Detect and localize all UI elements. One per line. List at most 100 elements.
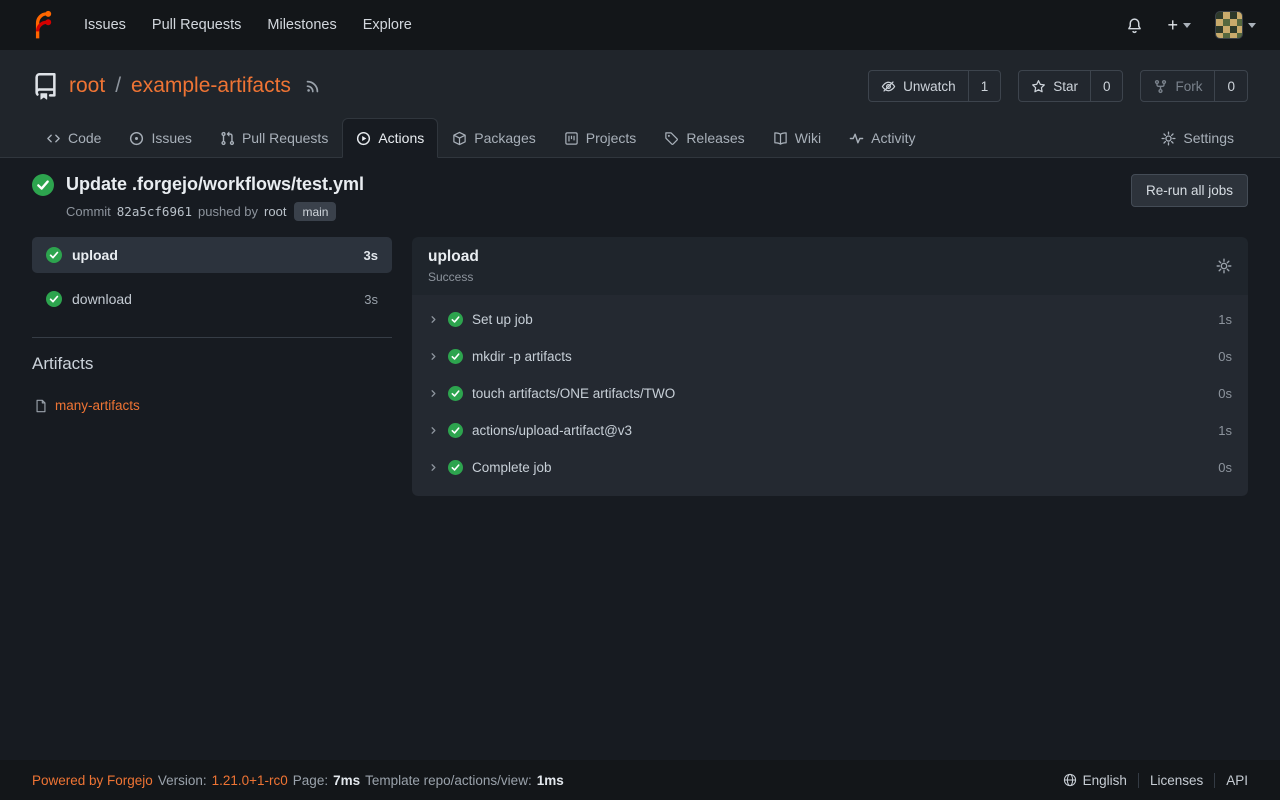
package-icon (452, 131, 467, 146)
user-menu-button[interactable] (1207, 5, 1264, 45)
tab-label: Projects (586, 130, 637, 146)
version-link[interactable]: 1.21.0+1-rc0 (212, 773, 288, 788)
top-navbar: Issues Pull Requests Milestones Explore … (0, 0, 1280, 50)
template-time-value: 1ms (537, 773, 564, 788)
powered-by-link[interactable]: Powered by Forgejo (32, 773, 153, 788)
job-duration: 3s (364, 292, 378, 307)
play-circle-icon (356, 131, 371, 146)
tab-label: Issues (151, 130, 191, 146)
step-row[interactable]: mkdir -p artifacts 0s (412, 338, 1248, 375)
job-detail-titles: upload Success (428, 248, 479, 284)
commit-sha-link[interactable]: 82a5cf6961 (117, 204, 192, 219)
footer: Powered by Forgejo Version: 1.21.0+1-rc0… (0, 760, 1280, 800)
run-header: Update .forgejo/workflows/test.yml Commi… (32, 174, 1248, 221)
actions-run-view: Update .forgejo/workflows/test.yml Commi… (0, 158, 1280, 760)
watch-button-group: Unwatch 1 (868, 70, 1001, 102)
tab-releases[interactable]: Releases (650, 118, 758, 157)
step-row[interactable]: Set up job 1s (412, 301, 1248, 338)
tag-icon (664, 131, 679, 146)
tab-actions[interactable]: Actions (342, 118, 438, 158)
tab-projects[interactable]: Projects (550, 118, 651, 157)
forgejo-logo-icon (26, 10, 57, 41)
licenses-link[interactable]: Licenses (1138, 773, 1214, 788)
fork-button[interactable]: Fork (1141, 71, 1214, 101)
avatar (1215, 11, 1243, 39)
repo-owner-link[interactable]: root (69, 74, 105, 98)
issue-icon (129, 131, 144, 146)
run-title: Update .forgejo/workflows/test.yml (66, 174, 364, 195)
job-row[interactable]: download 3s (32, 281, 392, 317)
footer-right: English Licenses API (1052, 773, 1248, 788)
check-circle-icon (448, 312, 463, 327)
chevron-right-icon (428, 462, 439, 473)
nav-item-milestones[interactable]: Milestones (254, 9, 349, 41)
tab-label: Pull Requests (242, 130, 328, 146)
check-circle-icon (448, 460, 463, 475)
step-name: actions/upload-artifact@v3 (472, 423, 632, 438)
bell-icon (1126, 17, 1143, 34)
tab-label: Releases (686, 130, 744, 146)
step-duration: 0s (1218, 349, 1232, 364)
steps-list: Set up job 1s mkdir -p artifacts 0s (412, 295, 1248, 496)
language-menu[interactable]: English (1052, 773, 1138, 788)
chevron-right-icon (428, 425, 439, 436)
eye-off-icon (881, 79, 896, 94)
step-row[interactable]: touch artifacts/ONE artifacts/TWO 0s (412, 375, 1248, 412)
star-button[interactable]: Star (1019, 71, 1090, 101)
tab-label: Code (68, 130, 101, 146)
pusher-link[interactable]: root (264, 204, 286, 219)
repo-name-link[interactable]: example-artifacts (131, 74, 291, 98)
plus-icon: + (1167, 16, 1178, 34)
template-time-label: Template repo/actions/view: (365, 773, 532, 788)
tab-label: Activity (871, 130, 915, 146)
tab-wiki[interactable]: Wiki (759, 118, 835, 157)
notifications-button[interactable] (1118, 11, 1151, 40)
step-name: touch artifacts/ONE artifacts/TWO (472, 386, 675, 401)
branch-badge[interactable]: main (294, 202, 336, 221)
step-name: Complete job (472, 460, 552, 475)
create-new-button[interactable]: + (1159, 10, 1199, 40)
step-row[interactable]: actions/upload-artifact@v3 1s (412, 412, 1248, 449)
stars-count[interactable]: 0 (1090, 71, 1123, 101)
job-detail-panel: upload Success (412, 237, 1248, 496)
job-options-button[interactable] (1216, 258, 1232, 274)
fork-icon (1153, 79, 1168, 94)
artifact-item: many-artifacts (32, 396, 392, 415)
rss-feed-button[interactable] (305, 78, 321, 94)
artifacts-heading: Artifacts (32, 354, 392, 374)
tab-label: Packages (474, 130, 535, 146)
tab-pull-requests[interactable]: Pull Requests (206, 118, 342, 157)
forgejo-logo[interactable] (26, 10, 57, 41)
api-link[interactable]: API (1214, 773, 1248, 788)
tab-settings[interactable]: Settings (1147, 118, 1248, 157)
step-row[interactable]: Complete job 0s (412, 449, 1248, 486)
nav-item-pull-requests[interactable]: Pull Requests (139, 9, 254, 41)
rerun-all-jobs-button[interactable]: Re-run all jobs (1131, 174, 1248, 207)
nav-item-issues[interactable]: Issues (71, 9, 139, 41)
job-row[interactable]: upload 3s (32, 237, 392, 273)
tab-activity[interactable]: Activity (835, 118, 929, 157)
repo-path-separator: / (115, 74, 121, 98)
run-body: upload 3s download 3s Artifacts many-art… (32, 237, 1248, 496)
tab-issues[interactable]: Issues (115, 118, 205, 157)
unwatch-label: Unwatch (903, 79, 956, 94)
jobs-sidebar: upload 3s download 3s Artifacts many-art… (32, 237, 392, 415)
watchers-count[interactable]: 1 (968, 71, 1001, 101)
tab-code[interactable]: Code (32, 118, 115, 157)
check-circle-icon (32, 174, 54, 196)
tab-packages[interactable]: Packages (438, 118, 549, 157)
project-icon (564, 131, 579, 146)
nav-item-explore[interactable]: Explore (350, 9, 425, 41)
version-label: Version: (158, 773, 207, 788)
step-duration: 1s (1218, 423, 1232, 438)
check-circle-icon (46, 247, 62, 263)
job-detail-header: upload Success (412, 237, 1248, 295)
forks-count[interactable]: 0 (1214, 71, 1247, 101)
run-commit-meta: Commit 82a5cf6961 pushed by root main (66, 202, 364, 221)
sidebar-divider (32, 337, 392, 338)
unwatch-button[interactable]: Unwatch (869, 71, 968, 101)
artifact-download-link[interactable]: many-artifacts (55, 398, 140, 413)
check-circle-icon (448, 423, 463, 438)
gear-icon (1161, 131, 1176, 146)
chevron-right-icon (428, 351, 439, 362)
